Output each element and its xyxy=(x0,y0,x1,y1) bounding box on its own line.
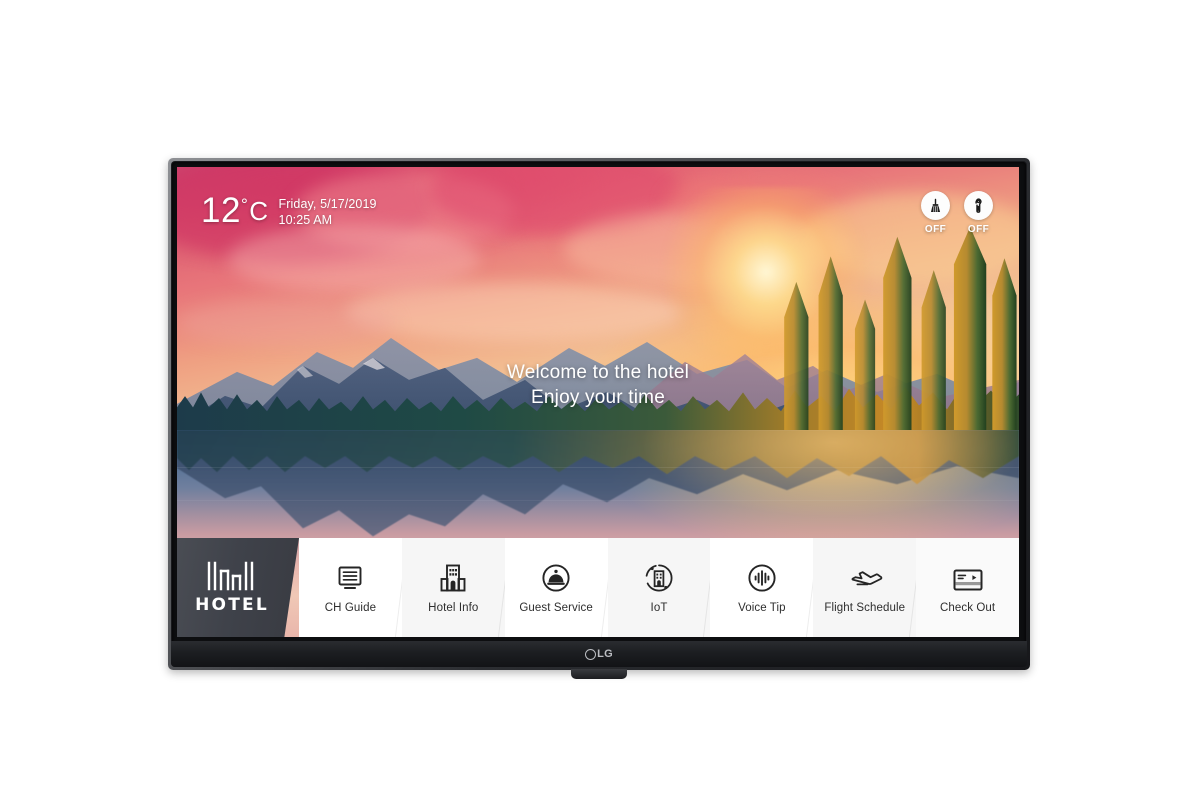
launcher-tile-label: Check Out xyxy=(939,602,996,614)
make-up-room-status[interactable]: OFF xyxy=(921,191,950,235)
hotel-skyline-icon xyxy=(207,561,254,590)
weather-widget: 12 ° C Friday, 5/17/2019 10:25 AM xyxy=(201,191,377,230)
tv-screen: 12 ° C Friday, 5/17/2019 10:25 AM OFF OF… xyxy=(177,167,1019,637)
launcher-tile-label: Hotel Info xyxy=(428,602,479,614)
launcher-tile-iot[interactable]: IoT xyxy=(607,538,717,637)
tv-stand-nub xyxy=(571,669,627,679)
launcher-tile-label: IoT xyxy=(650,602,668,614)
launcher-tile-hotel-info[interactable]: Hotel Info xyxy=(401,538,511,637)
launcher-tile-voice-tip[interactable]: Voice Tip xyxy=(710,538,820,637)
welcome-message: Welcome to the hotel Enjoy your time xyxy=(177,360,1019,410)
temperature-value: 12 xyxy=(201,191,241,230)
temperature-readout: 12 ° C xyxy=(201,191,269,230)
broom-icon xyxy=(930,198,941,213)
do-not-disturb-state: OFF xyxy=(967,224,990,235)
lg-logo-circle xyxy=(585,648,597,660)
date-text: Friday, 5/17/2019 xyxy=(278,197,377,211)
hotel-brand-label: HOTEL xyxy=(195,594,269,615)
degree-symbol: ° xyxy=(240,195,249,214)
launcher-tile-label: CH Guide xyxy=(324,602,377,614)
lg-logo-text: LG xyxy=(597,648,613,660)
launcher-tile-flight-schedule[interactable]: Flight Schedule xyxy=(813,538,923,637)
iot-building-icon xyxy=(644,561,674,593)
launcher-tile-check-out[interactable]: Check Out xyxy=(916,538,1019,637)
launcher-tile-ch-guide[interactable]: CH Guide xyxy=(299,538,408,637)
channel-guide-icon xyxy=(335,561,365,593)
voice-waveform-icon xyxy=(747,561,777,593)
make-up-room-state: OFF xyxy=(924,224,947,235)
launcher-tile-label: Guest Service xyxy=(519,602,593,614)
welcome-line-1: Welcome to the hotel xyxy=(506,362,690,383)
tv-chin: LG xyxy=(171,641,1027,667)
make-up-room-button[interactable] xyxy=(921,191,950,220)
tv-device: 12 ° C Friday, 5/17/2019 10:25 AM OFF OF… xyxy=(168,158,1030,679)
hotel-brand-mark: HOTEL xyxy=(195,561,269,615)
time-text: 10:25 AM xyxy=(278,213,333,227)
airplane-icon xyxy=(847,561,883,593)
building-icon xyxy=(439,561,467,593)
key-card-icon xyxy=(952,561,984,593)
brand-tile-hotel[interactable]: HOTEL xyxy=(177,538,299,637)
launcher-tile-label: Flight Schedule xyxy=(824,602,906,614)
welcome-line-2: Enjoy your time xyxy=(531,387,665,408)
temperature-unit: C xyxy=(249,196,269,226)
status-icon-group: OFF OFF xyxy=(921,191,993,235)
do-not-disturb-status[interactable]: OFF xyxy=(964,191,993,235)
launcher-tile-guest-service[interactable]: Guest Service xyxy=(504,538,614,637)
do-not-disturb-button[interactable] xyxy=(964,191,993,220)
lg-logo: LG xyxy=(585,648,613,660)
door-hanger-icon xyxy=(975,198,982,213)
launcher-bar: HOTEL CH Guide Hotel Info Guest Service … xyxy=(177,538,1019,637)
launcher-tile-label: Voice Tip xyxy=(738,602,786,614)
datetime-block: Friday, 5/17/2019 10:25 AM xyxy=(279,196,377,228)
service-bell-icon xyxy=(541,561,571,593)
osd-overlay: 12 ° C Friday, 5/17/2019 10:25 AM OFF OF… xyxy=(177,167,1019,637)
